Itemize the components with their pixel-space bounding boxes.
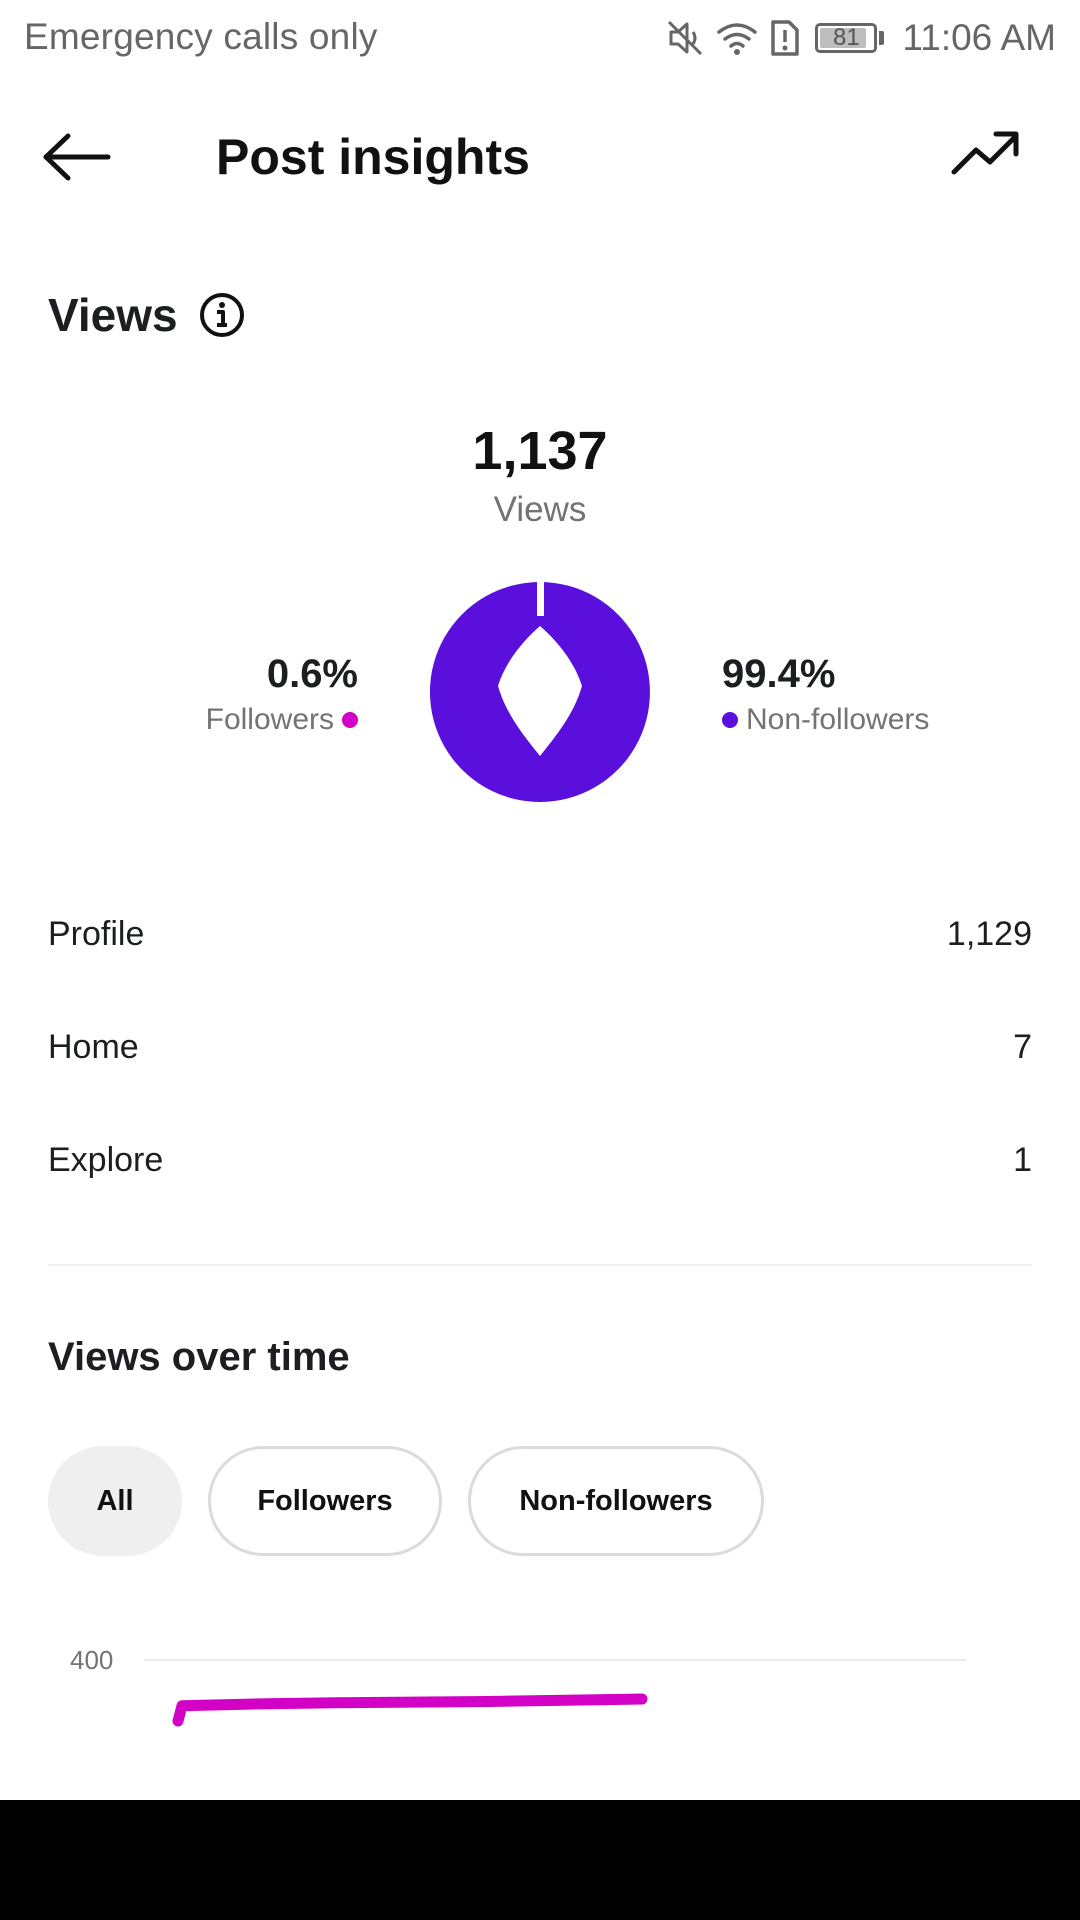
source-row-explore: Explore 1 xyxy=(48,1130,1032,1190)
non-followers-label: Non-followers xyxy=(746,703,930,736)
followers-label: Followers xyxy=(205,703,334,736)
followers-legend: 0.6% Followers xyxy=(206,652,358,737)
chart-y-ticks: 400 xyxy=(70,1645,966,1675)
chart-y-tick-label: 400 xyxy=(70,1645,113,1675)
chart-series-line xyxy=(172,1693,648,1727)
filter-chip-all[interactable]: All xyxy=(48,1446,182,1556)
page-title: Post insights xyxy=(216,129,530,185)
views-section-title: Views xyxy=(48,289,178,341)
followers-dot xyxy=(342,712,358,728)
source-value: 1 xyxy=(1013,1140,1032,1179)
info-button[interactable] xyxy=(198,291,246,339)
wifi-icon xyxy=(717,23,758,55)
views-donut-chart xyxy=(429,578,650,802)
source-value: 7 xyxy=(1013,1027,1032,1066)
status-icons: 81 11:06 AM xyxy=(665,14,1056,62)
back-button[interactable] xyxy=(40,122,130,192)
sim-alert-icon xyxy=(771,20,800,56)
trends-button[interactable] xyxy=(950,128,1030,188)
source-label: Profile xyxy=(48,914,145,953)
battery-icon: 81 xyxy=(815,23,878,53)
system-nav-bar xyxy=(0,1800,1080,1920)
followers-percentage: 0.6% xyxy=(266,652,358,696)
battery-tip xyxy=(879,31,885,45)
battery-level: 81 xyxy=(833,24,860,51)
clock: 11:06 AM xyxy=(902,17,1056,58)
filter-chips: All Followers Non-followers xyxy=(48,1446,764,1556)
header: Post insights xyxy=(0,100,1080,214)
source-row-profile: Profile 1,129 xyxy=(48,904,1032,964)
total-views-value: 1,137 xyxy=(472,421,608,481)
non-followers-dot xyxy=(722,712,738,728)
source-value: 1,129 xyxy=(946,914,1032,953)
info-icon xyxy=(200,293,244,337)
non-followers-legend-row: Non-followers xyxy=(722,703,929,737)
trending-up-icon xyxy=(951,131,1019,175)
screen: Emergency calls only 81 11:06 AM Post in… xyxy=(0,0,1080,1920)
views-over-time-chart: 400 xyxy=(70,1645,966,1727)
filter-chip-followers[interactable]: Followers xyxy=(208,1446,442,1556)
non-followers-percentage: 99.4% xyxy=(722,652,836,696)
status-bar: Emergency calls only 81 11:06 AM xyxy=(0,0,1080,76)
carrier-text: Emergency calls only xyxy=(24,16,378,57)
views-over-time-title: Views over time xyxy=(48,1335,350,1379)
followers-segment xyxy=(537,578,544,616)
followers-legend-row: Followers xyxy=(206,703,358,737)
filter-chip-non-followers[interactable]: Non-followers xyxy=(468,1446,764,1556)
mute-icon xyxy=(668,20,703,56)
chart-series xyxy=(172,1693,648,1727)
source-label: Home xyxy=(48,1027,139,1066)
section-divider xyxy=(48,1264,1032,1266)
arrow-left-icon xyxy=(43,133,111,181)
source-row-home: Home 7 xyxy=(48,1017,1032,1077)
total-views-label: Views xyxy=(493,490,587,529)
non-followers-legend: 99.4% Non-followers xyxy=(722,652,929,737)
source-label: Explore xyxy=(48,1140,164,1179)
